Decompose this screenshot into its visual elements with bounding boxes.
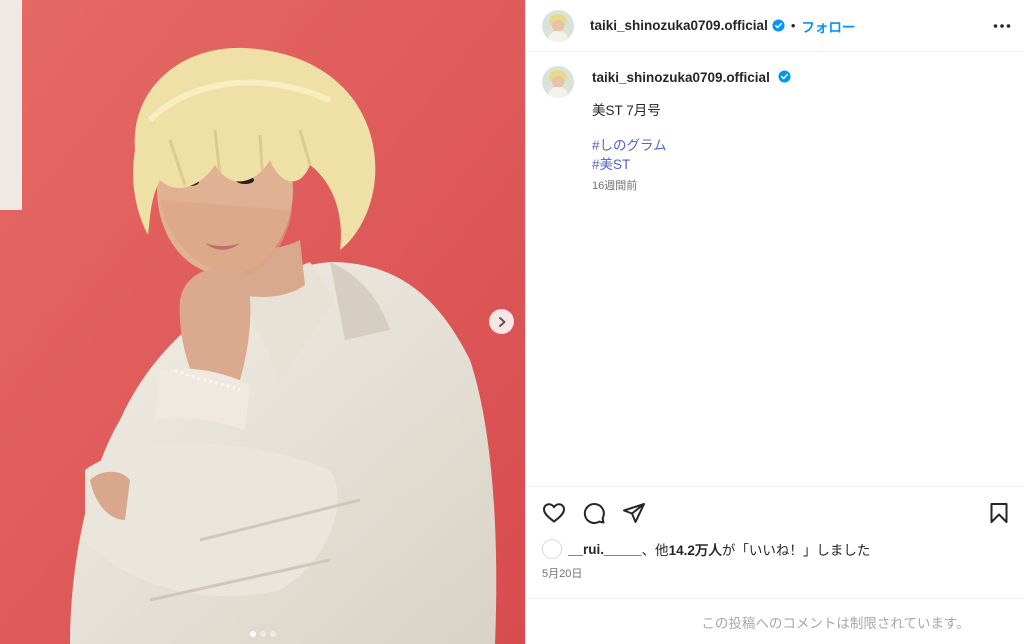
follow-button[interactable]: フォロー [801, 16, 855, 36]
verified-badge-icon [778, 70, 791, 83]
hashtag-link[interactable]: #美ST [592, 155, 791, 174]
save-button[interactable] [985, 499, 1013, 527]
caption-username[interactable]: taiki_shinozuka0709.official [592, 66, 791, 90]
post-side-panel: taiki_shinozuka0709.official • フォロー taik… [525, 0, 1024, 644]
caption: taiki_shinozuka0709.official 美ST 7月号 #しの… [542, 66, 1012, 193]
post-media [0, 0, 525, 644]
verified-badge-icon [772, 19, 785, 32]
carousel-next-button[interactable] [489, 309, 514, 334]
hashtag-link[interactable]: #しのグラム [592, 136, 791, 155]
carousel-dot [269, 631, 276, 637]
header-separator: • [790, 18, 796, 33]
avatar[interactable] [542, 539, 562, 559]
comment-button[interactable] [580, 499, 608, 527]
caption-timestamp: 16週間前 [592, 180, 638, 192]
likes-count[interactable]: 14.2万人 [669, 539, 722, 559]
avatar[interactable] [542, 66, 574, 98]
avatar[interactable] [542, 9, 574, 42]
more-options-button[interactable] [991, 15, 1013, 37]
liker-username[interactable]: __rui._____ [568, 542, 642, 557]
caption-text: 美ST 7月号 [592, 103, 661, 118]
comment-bubble-icon [583, 502, 605, 524]
chevron-right-icon [498, 316, 505, 327]
instagram-post: taiki_shinozuka0709.official • フォロー taik… [0, 0, 1024, 644]
paper-plane-icon [623, 502, 645, 523]
more-options-icon [993, 24, 1011, 28]
likes-middle-text: 、他 [641, 543, 669, 558]
likes-suffix-text: が「いいね！」しました [721, 543, 871, 558]
caption-username-text[interactable]: taiki_shinozuka0709.official [592, 70, 770, 85]
caption-body: taiki_shinozuka0709.official 美ST 7月号 #しの… [592, 66, 791, 193]
carousel-indicator [0, 631, 525, 637]
comment-restricted-bar: この投稿へのコメントは制限されています。 [526, 598, 1024, 644]
bookmark-icon [990, 502, 1008, 523]
post-photo [0, 0, 525, 644]
share-button[interactable] [620, 499, 648, 527]
comments-restricted-note: この投稿へのコメントは制限されています。 [701, 615, 970, 631]
post-date[interactable]: 5月20日 [542, 565, 582, 581]
like-button[interactable] [540, 499, 568, 527]
heart-icon [543, 502, 565, 522]
carousel-dot [249, 631, 256, 637]
hashtag-list: #しのグラム #美ST [592, 136, 791, 174]
likes-summary: __rui._____ 、他 14.2万人 が「いいね！」しました [542, 539, 870, 559]
carousel-dot [259, 631, 266, 637]
header-username[interactable]: taiki_shinozuka0709.official [590, 18, 768, 33]
action-bar [526, 486, 1024, 538]
post-header: taiki_shinozuka0709.official • フォロー [526, 0, 1024, 52]
